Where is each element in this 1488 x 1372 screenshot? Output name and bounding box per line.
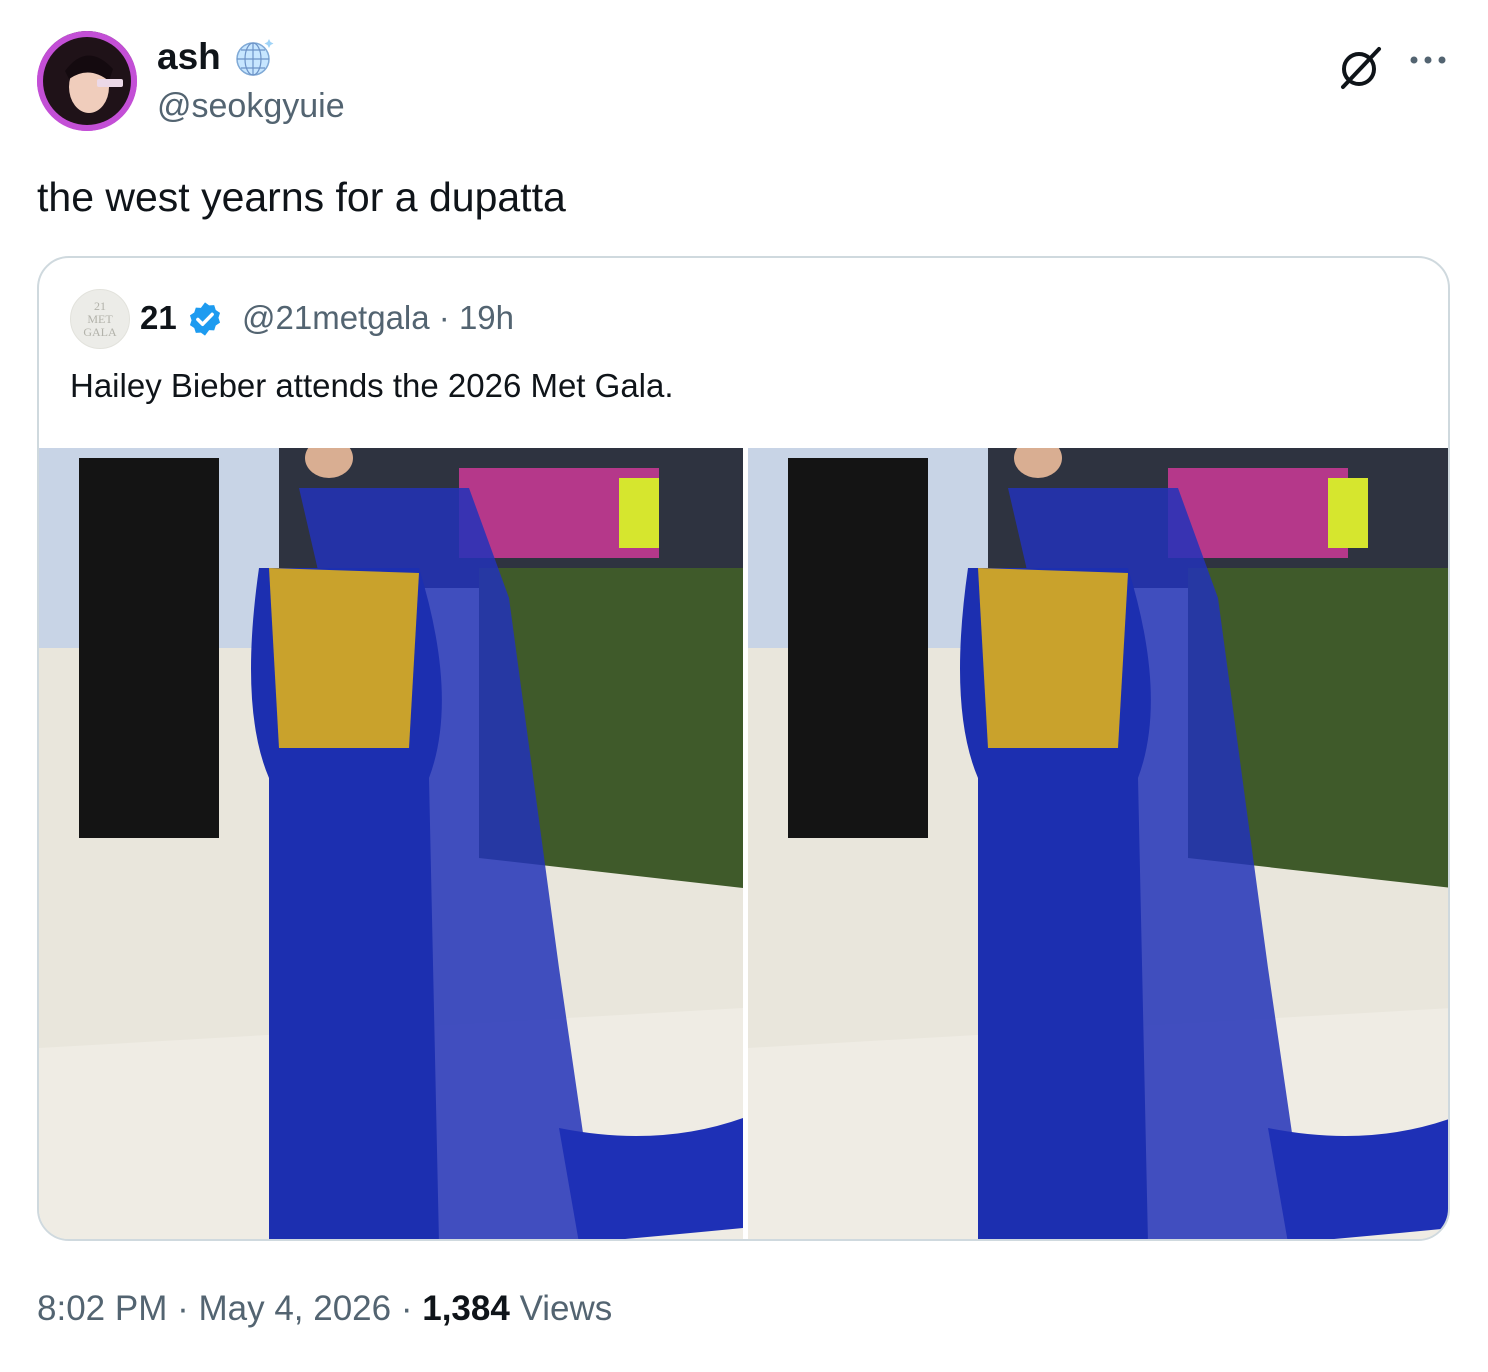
- quoted-display-name[interactable]: 21: [140, 298, 177, 338]
- views-label: Views: [519, 1289, 613, 1328]
- avatar[interactable]: [37, 31, 137, 131]
- quoted-handle[interactable]: @21metgala: [242, 299, 430, 336]
- tweet-footer: 8:02 PM · May 4, 2026 · 1,384 Views: [37, 1286, 612, 1332]
- quoted-avatar-line: 21: [94, 299, 106, 313]
- footer-separator: ·: [400, 1289, 413, 1328]
- footer-separator: ·: [177, 1289, 189, 1328]
- quoted-tweet[interactable]: 21 MET GALA 21 @21metgala · 19h Hailey B…: [37, 256, 1450, 1241]
- quoted-avatar-line: MET: [87, 312, 113, 326]
- grok-icon[interactable]: [1335, 43, 1385, 93]
- photo-image: [39, 448, 743, 1239]
- tweet-time[interactable]: 8:02 PM: [37, 1289, 167, 1328]
- avatar-image: [37, 31, 137, 131]
- quoted-text: Hailey Bieber attends the 2026 Met Gala.: [70, 367, 674, 404]
- photo-image: [748, 448, 1448, 1239]
- author-display-name[interactable]: ash: [157, 35, 221, 79]
- quoted-photo-2[interactable]: [748, 448, 1448, 1239]
- tweet-text: the west yearns for a dupatta: [37, 174, 566, 220]
- quoted-time[interactable]: 19h: [459, 299, 514, 336]
- author-handle[interactable]: @seokgyuie: [157, 84, 345, 128]
- quoted-avatar-line: GALA: [83, 325, 117, 339]
- tweet-date[interactable]: May 4, 2026: [198, 1289, 391, 1328]
- disco-ball-icon: [236, 39, 274, 76]
- quoted-meta: @21metgala · 19h: [242, 298, 514, 338]
- views-count: 1,384: [422, 1289, 510, 1328]
- quoted-photo-1[interactable]: [39, 448, 743, 1239]
- meta-separator: ·: [438, 299, 450, 336]
- more-icon[interactable]: [1408, 50, 1448, 70]
- quoted-avatar[interactable]: 21 MET GALA: [70, 289, 130, 349]
- verified-badge-icon: [189, 302, 221, 336]
